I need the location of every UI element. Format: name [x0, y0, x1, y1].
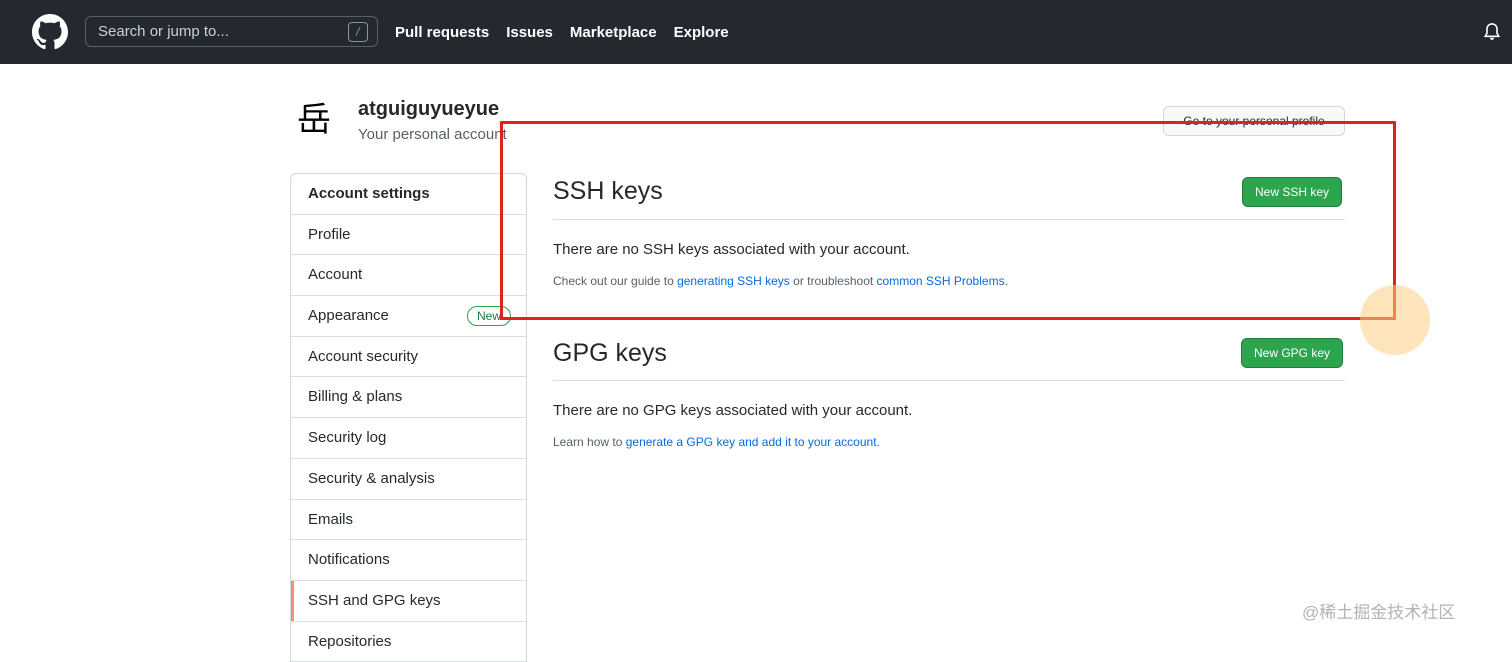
nav-explore[interactable]: Explore — [674, 24, 729, 41]
generating-ssh-keys-link[interactable]: generating SSH keys — [677, 274, 790, 288]
sidebar-item-label: Notifications — [308, 551, 390, 569]
ssh-help-suffix: . — [1004, 274, 1008, 288]
avatar[interactable]: 岳 — [293, 99, 335, 141]
generate-gpg-key-link[interactable]: generate a GPG key and add it to your ac… — [626, 435, 877, 449]
sidebar-item-security-analysis[interactable]: Security & analysis — [291, 459, 526, 500]
sidebar-item-label: Profile — [308, 225, 351, 243]
header-bar: / Pull requests Issues Marketplace Explo… — [0, 0, 1512, 64]
sidebar-item-profile[interactable]: Profile — [291, 215, 526, 256]
nav-issues[interactable]: Issues — [506, 24, 553, 41]
slash-shortcut-hint: / — [348, 22, 368, 42]
sidebar-item-label: Security log — [308, 429, 387, 447]
annotation-highlight-box — [500, 121, 1396, 320]
account-subtitle: Your personal account — [358, 126, 507, 143]
new-badge: New — [467, 306, 512, 327]
watermark: @稀土掘金技术社区 — [1302, 603, 1456, 622]
sidebar-item-emails[interactable]: Emails — [291, 500, 526, 541]
sidebar-item-label: Account — [308, 266, 363, 284]
gpg-section-divider — [553, 380, 1345, 381]
nav-pull-requests[interactable]: Pull requests — [395, 24, 489, 41]
new-ssh-key-button[interactable]: New SSH key — [1242, 177, 1343, 207]
sidebar-item-label: Repositories — [308, 632, 392, 650]
ssh-empty-message: There are no SSH keys associated with yo… — [553, 241, 910, 258]
ssh-help-middle: or troubleshoot — [789, 274, 877, 288]
sidebar-item-repositories[interactable]: Repositories — [291, 622, 526, 662]
search-input[interactable] — [86, 17, 377, 46]
sidebar-item-account-security[interactable]: Account security — [291, 337, 526, 378]
sidebar-heading: Account settings — [291, 174, 526, 215]
sidebar-item-appearance[interactable]: Appearance New — [291, 296, 526, 337]
ssh-section-divider — [553, 219, 1345, 220]
common-ssh-problems-link[interactable]: common SSH Problems — [877, 274, 1005, 288]
go-to-profile-button[interactable]: Go to your personal profile — [1163, 106, 1345, 136]
sidebar-item-label: Billing & plans — [308, 388, 403, 406]
account-username: atguiguyueyue — [358, 98, 500, 120]
sidebar-item-billing[interactable]: Billing & plans — [291, 377, 526, 419]
gpg-keys-title: GPG keys — [553, 339, 667, 367]
sidebar-item-label: Appearance — [308, 307, 389, 325]
notification-bell-icon[interactable] — [1482, 21, 1502, 43]
sidebar-item-security-log[interactable]: Security log — [291, 418, 526, 459]
sidebar-item-notifications[interactable]: Notifications — [291, 540, 526, 581]
ssh-help-prefix: Check out our guide to — [553, 274, 678, 288]
settings-sidebar: Account settings Profile Account Appeara… — [290, 173, 527, 662]
new-gpg-key-button[interactable]: New GPG key — [1241, 338, 1344, 368]
gpg-help-suffix: . — [876, 435, 880, 449]
sidebar-item-label: SSH and GPG keys — [308, 591, 441, 609]
github-logo-icon[interactable] — [32, 14, 68, 50]
sidebar-item-account[interactable]: Account — [291, 255, 526, 297]
ssh-help-text: Check out our guide to generating SSH ke… — [553, 274, 1008, 288]
sidebar-item-label: Emails — [308, 510, 354, 528]
search-box[interactable]: / — [85, 16, 378, 47]
gpg-empty-message: There are no GPG keys associated with yo… — [553, 402, 913, 419]
ssh-keys-title: SSH keys — [553, 177, 663, 205]
nav-marketplace[interactable]: Marketplace — [570, 24, 657, 41]
gpg-help-prefix: Learn how to — [553, 435, 626, 449]
sidebar-item-label: Security & analysis — [308, 469, 435, 487]
sidebar-item-ssh-gpg-keys[interactable]: SSH and GPG keys — [291, 580, 526, 622]
gpg-help-text: Learn how to generate a GPG key and add … — [553, 435, 880, 449]
sidebar-item-label: Account security — [308, 347, 419, 365]
cursor-highlight — [1360, 285, 1430, 355]
main-nav: Pull requests Issues Marketplace Explore — [395, 0, 729, 64]
